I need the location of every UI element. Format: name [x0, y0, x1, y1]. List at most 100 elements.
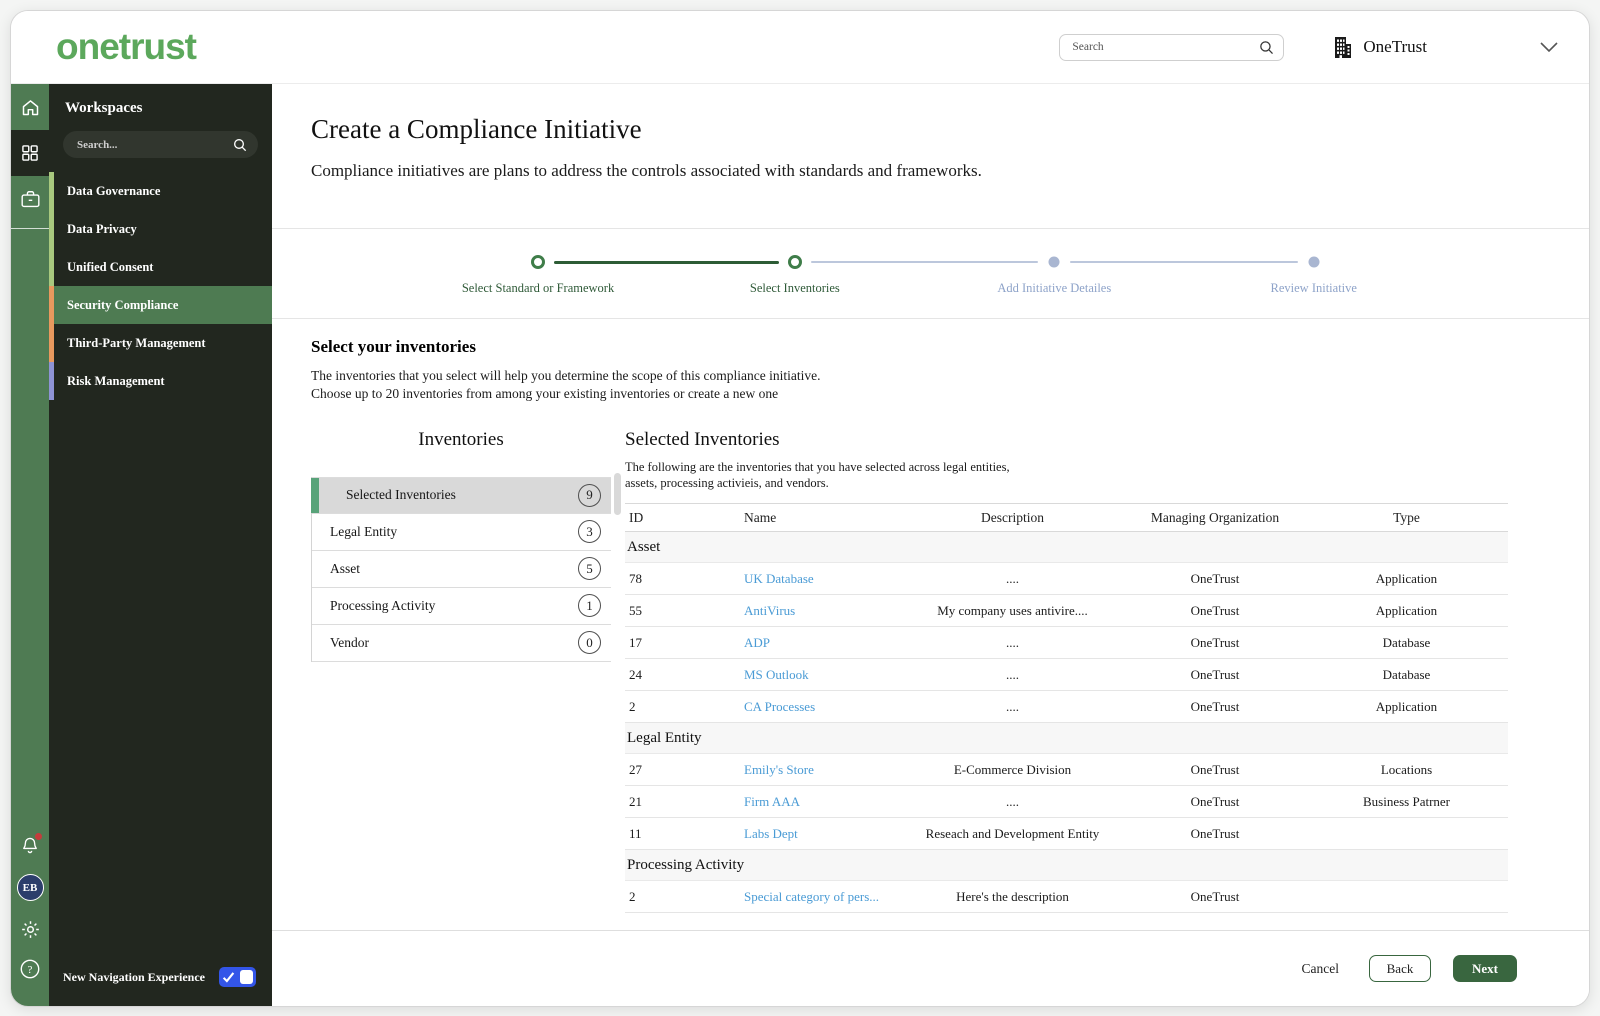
inventory-link-labs-dept[interactable]: Labs Dept	[744, 826, 798, 841]
cell-id: 55	[625, 594, 740, 628]
inventory-category-label: Selected Inventories	[346, 487, 456, 503]
cell-type: Application	[1305, 594, 1508, 628]
sel-desc-line2: assets, processing activieis, and vendor…	[625, 475, 829, 490]
top-header: onetrust Search OneTrust	[11, 11, 1589, 84]
inventory-category-asset[interactable]: Asset 5	[312, 550, 611, 588]
cell-name: AntiVirus	[740, 594, 900, 628]
rail-divider	[11, 228, 49, 229]
toggle-knob	[240, 970, 253, 984]
cell-id: 21	[625, 785, 740, 819]
inventory-count-badge: 9	[578, 483, 601, 507]
app-window: onetrust Search OneTrust EB ? Workspaces…	[10, 10, 1590, 1007]
inventory-link-ca-processes[interactable]: CA Processes	[744, 699, 815, 714]
help-button[interactable]: ?	[19, 958, 41, 980]
sidebar-item-third-party-management[interactable]: Third-Party Management	[49, 324, 272, 362]
column-header-name: Name	[740, 503, 900, 533]
inventory-category-vendor[interactable]: Vendor 0	[312, 624, 611, 662]
table-row: 2 Special category of pers... Here's the d…	[625, 880, 1508, 914]
cell-managing-organization: OneTrust	[1125, 562, 1305, 596]
sel-desc-line1: The following are the inventories that y…	[625, 459, 1010, 474]
cancel-button[interactable]: Cancel	[1302, 961, 1339, 977]
sidebar-item-workspaces[interactable]	[11, 130, 49, 176]
inventory-link-adp[interactable]: ADP	[744, 635, 770, 650]
table-row: 11 Labs Dept Reseach and Development Entit…	[625, 817, 1508, 851]
cell-type: Database	[1305, 658, 1508, 692]
group-name: Legal Entity	[625, 722, 1508, 755]
title-block: Create a Compliance Initiative Complianc…	[272, 84, 1589, 228]
sidebar-item-risk-management[interactable]: Risk Management	[49, 362, 272, 400]
workspace-color-bar	[49, 210, 54, 248]
home-icon	[20, 97, 41, 118]
column-header-id: ID	[625, 503, 740, 533]
sidebar-item-data-privacy[interactable]: Data Privacy	[49, 210, 272, 248]
cell-description: My company uses antivire....	[900, 594, 1125, 628]
cell-name: CA Processes	[740, 690, 900, 724]
cell-description: E-Commerce Division	[900, 753, 1125, 787]
inventory-link-special-category-of-pers[interactable]: Special category of pers...	[744, 889, 879, 904]
step-circle-select-standard-or-framework[interactable]	[531, 255, 546, 269]
cell-managing-organization: OneTrust	[1125, 753, 1305, 787]
cell-managing-organization: OneTrust	[1125, 785, 1305, 819]
cell-description: ....	[900, 785, 1125, 819]
cell-managing-organization: OneTrust	[1125, 658, 1305, 692]
cell-description: Reseach and Development Entity	[900, 817, 1125, 851]
check-icon	[222, 972, 235, 983]
sidebar-item-home[interactable]	[11, 84, 49, 130]
workspace-label: Data Governance	[67, 183, 161, 198]
next-button[interactable]: Next	[1453, 955, 1517, 982]
global-search-input[interactable]	[1072, 41, 1259, 53]
step-circle-add-initiative-detailes[interactable]	[1048, 256, 1060, 268]
cell-type: Application	[1305, 690, 1508, 724]
settings-button[interactable]	[20, 919, 41, 940]
section-desc-line1: The inventories that you select will hel…	[311, 368, 821, 383]
group-name: Processing Activity	[625, 849, 1508, 882]
org-selector[interactable]: OneTrust	[1332, 36, 1427, 59]
inventory-link-firm-aaa[interactable]: Firm AAA	[744, 794, 800, 809]
inventory-link-emily-s-store[interactable]: Emily's Store	[744, 762, 814, 777]
back-button[interactable]: Back	[1369, 955, 1431, 982]
notification-dot	[35, 833, 42, 840]
cell-id: 27	[625, 753, 740, 787]
cell-name: UK Database	[740, 562, 900, 596]
workspace-label: Third-Party Management	[67, 335, 206, 350]
inventory-category-processing-activity[interactable]: Processing Activity 1	[312, 587, 611, 625]
sidebar-item-projects[interactable]	[11, 176, 49, 222]
cell-id: 2	[625, 880, 740, 914]
inventory-category-selected-inventories[interactable]: Selected Inventories 9	[311, 476, 611, 514]
cell-id: 78	[625, 562, 740, 596]
search-icon	[1258, 39, 1275, 56]
chevron-down-icon[interactable]	[1539, 41, 1559, 53]
inventory-link-ms-outlook[interactable]: MS Outlook	[744, 667, 809, 682]
group-row-processing-activity: Processing Activity	[625, 849, 1508, 882]
sidebar-item-data-governance[interactable]: Data Governance	[49, 172, 272, 210]
new-nav-toggle[interactable]	[219, 967, 256, 987]
cell-name: ADP	[740, 626, 900, 660]
section-desc-line2: Choose up to 20 inventories from among y…	[311, 385, 779, 401]
cell-description: ....	[900, 626, 1125, 660]
inventory-link-antivirus[interactable]: AntiVirus	[744, 603, 795, 618]
cell-managing-organization: OneTrust	[1125, 817, 1305, 851]
cell-type: Locations	[1305, 753, 1508, 787]
inventory-link-uk-database[interactable]: UK Database	[744, 571, 814, 586]
workspaces-search-input[interactable]	[77, 138, 232, 151]
sidebar-item-security-compliance[interactable]: Security Compliance	[49, 286, 272, 324]
table-row: 55 AntiVirus My company uses antivire.... O…	[625, 594, 1508, 628]
inventory-category-label: Vendor	[330, 634, 369, 650]
global-search[interactable]	[1059, 33, 1285, 61]
group-row-legal-entity: Legal Entity	[625, 722, 1508, 755]
search-icon	[232, 137, 248, 153]
panel-scrollbar[interactable]	[611, 429, 625, 914]
inventory-category-legal-entity[interactable]: Legal Entity 3	[312, 513, 611, 551]
step-circle-select-inventories[interactable]	[787, 255, 802, 269]
workspace-label: Unified Consent	[67, 259, 154, 274]
inventory-count-badge: 5	[578, 557, 601, 581]
table-row: 17 ADP.... OneTrust Database	[625, 626, 1508, 660]
cell-name: Emily's Store	[740, 753, 900, 787]
gear-icon	[20, 919, 41, 940]
sidebar-item-unified-consent[interactable]: Unified Consent	[49, 248, 272, 286]
notifications-button[interactable]	[20, 833, 42, 856]
workspaces-search[interactable]	[63, 131, 258, 158]
step-circle-review-initiative[interactable]	[1308, 256, 1320, 268]
scrollbar-thumb[interactable]	[614, 472, 621, 515]
avatar[interactable]: EB	[16, 874, 44, 901]
